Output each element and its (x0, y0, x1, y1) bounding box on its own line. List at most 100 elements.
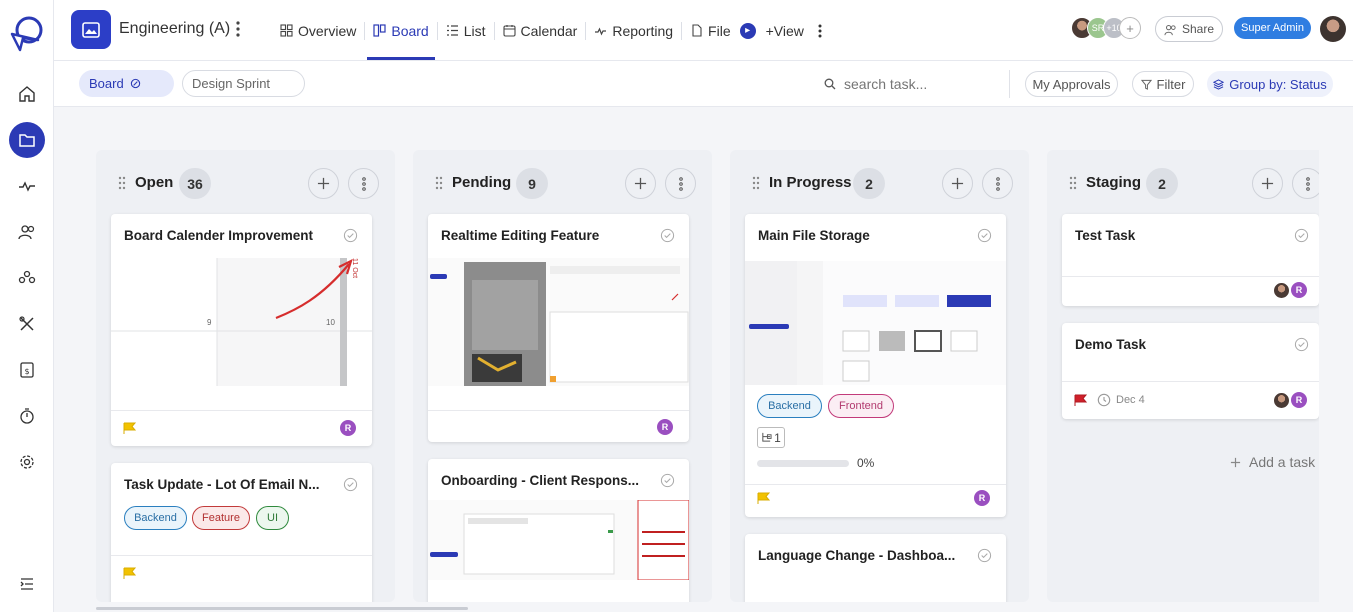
board-toolbar: Board Design Sprint My Approvals Filter … (54, 61, 1353, 107)
group-by-label: Group by: Status (1229, 76, 1327, 92)
drag-handle-icon[interactable] (1069, 176, 1077, 190)
assignee-avatar[interactable]: R (1291, 282, 1307, 298)
share-button[interactable]: Share (1155, 16, 1223, 42)
column-menu-button[interactable] (982, 168, 1013, 199)
teams-icon[interactable] (9, 260, 45, 296)
users-icon[interactable] (9, 214, 45, 250)
complete-check-icon[interactable] (977, 548, 992, 563)
tab-file[interactable]: File ▸ (682, 0, 756, 61)
tab-overview[interactable]: Overview (272, 0, 364, 61)
complete-check-icon[interactable] (1294, 228, 1309, 243)
billing-icon[interactable]: $ (9, 352, 45, 388)
file-icon (692, 24, 702, 37)
edit-icon[interactable] (130, 78, 141, 89)
app-logo-icon[interactable] (8, 14, 46, 52)
tag-feature[interactable]: Feature (192, 506, 250, 530)
task-card[interactable]: Task Update - Lot Of Email N... Backend … (111, 463, 372, 602)
projects-folder-icon[interactable] (9, 122, 45, 158)
subtask-count[interactable]: 1 (757, 427, 785, 448)
complete-check-icon[interactable] (660, 228, 675, 243)
add-member-button[interactable]: + (1119, 17, 1141, 39)
card-thumbnail (428, 500, 689, 580)
assignee-avatar[interactable]: R (340, 420, 356, 436)
drag-handle-icon[interactable] (435, 176, 443, 190)
task-card[interactable]: Test Task R (1062, 214, 1319, 306)
tab-board[interactable]: Board (365, 0, 436, 61)
column-menu-button[interactable] (348, 168, 379, 199)
priority-flag-icon[interactable] (1074, 394, 1088, 406)
assignee-avatar[interactable]: R (1291, 392, 1307, 408)
tag-backend[interactable]: Backend (757, 394, 822, 418)
add-card-button[interactable] (1252, 168, 1283, 199)
drag-handle-icon[interactable] (752, 176, 760, 190)
search-box[interactable] (824, 72, 1004, 96)
board-chip-label: Board (89, 76, 124, 91)
priority-flag-icon[interactable] (757, 492, 771, 504)
task-card[interactable]: Demo Task Dec 4 R (1062, 323, 1319, 419)
member-avatars[interactable]: SR +10 + (1071, 17, 1141, 41)
tag-ui[interactable]: UI (256, 506, 289, 530)
board-chip[interactable]: Board (79, 70, 174, 97)
tools-icon[interactable] (9, 306, 45, 342)
add-view-button[interactable]: +View (756, 0, 810, 61)
tag-frontend[interactable]: Frontend (828, 394, 894, 418)
progress-bar (757, 460, 849, 467)
column-staging: Staging 2 Test Task R Demo Task Dec 4 R (1047, 150, 1319, 602)
assignee-avatar[interactable]: R (974, 490, 990, 506)
tag-backend[interactable]: Backend (124, 506, 187, 530)
drag-handle-icon[interactable] (118, 176, 126, 190)
complete-check-icon[interactable] (977, 228, 992, 243)
project-image-icon[interactable] (71, 10, 111, 49)
task-card[interactable]: Main File Storage Backend Frontend 1 0% … (745, 214, 1006, 517)
search-input[interactable] (844, 76, 994, 92)
due-date[interactable]: Dec 4 (1116, 394, 1145, 406)
tab-list[interactable]: List (438, 0, 494, 61)
reporting-icon (595, 27, 607, 36)
sprint-chip[interactable]: Design Sprint (182, 70, 305, 97)
add-card-button[interactable] (308, 168, 339, 199)
task-card[interactable]: Realtime Editing Feature R (428, 214, 689, 442)
view-kebab-icon[interactable] (810, 0, 830, 61)
assignee-avatar[interactable]: R (657, 419, 673, 435)
task-card[interactable]: Onboarding - Client Respons... (428, 459, 689, 602)
tab-reporting[interactable]: Reporting (586, 0, 681, 61)
priority-flag-icon[interactable] (123, 567, 137, 579)
plus-icon (634, 177, 647, 190)
card-thumbnail (428, 258, 689, 386)
add-task-button[interactable]: Add a task (1230, 454, 1315, 470)
collapse-menu-icon[interactable] (9, 566, 45, 602)
scroll-tabs-right-icon[interactable]: ▸ (739, 22, 756, 39)
group-by-button[interactable]: Group by: Status (1207, 71, 1333, 97)
complete-check-icon[interactable] (1294, 337, 1309, 352)
user-avatar[interactable] (1320, 16, 1346, 42)
filter-button[interactable]: Filter (1132, 71, 1194, 97)
add-card-button[interactable] (625, 168, 656, 199)
left-rail: $ (0, 0, 54, 612)
horizontal-scrollbar[interactable] (96, 607, 468, 610)
column-header: Open 36 (96, 168, 395, 199)
project-title[interactable]: Engineering (A) (119, 20, 230, 38)
thumb-label: 9 (207, 318, 212, 327)
my-approvals-button[interactable]: My Approvals (1025, 71, 1118, 97)
progress-text: 0% (857, 456, 875, 470)
home-icon[interactable] (9, 76, 45, 112)
activity-icon[interactable] (9, 168, 45, 204)
task-card[interactable]: Language Change - Dashboa... (745, 534, 1006, 602)
add-card-button[interactable] (942, 168, 973, 199)
calendar-icon (502, 25, 516, 37)
complete-check-icon[interactable] (660, 473, 675, 488)
settings-gear-icon[interactable] (9, 444, 45, 480)
column-menu-button[interactable] (665, 168, 696, 199)
complete-check-icon[interactable] (343, 228, 358, 243)
complete-check-icon[interactable] (343, 477, 358, 492)
tab-calendar[interactable]: Calendar (495, 0, 586, 61)
column-in-progress: In Progress 2 Main File Storage Backend … (730, 150, 1029, 602)
task-card[interactable]: Board Calender Improvement 9 10 11 Oct R (111, 214, 372, 446)
role-badge[interactable]: Super Admin (1234, 17, 1311, 39)
project-kebab-icon[interactable] (232, 19, 244, 39)
column-menu-button[interactable] (1292, 168, 1319, 199)
timer-icon[interactable] (9, 398, 45, 434)
search-icon (824, 78, 836, 90)
priority-flag-icon[interactable] (123, 422, 137, 434)
column-pending: Pending 9 Realtime Editing Feature R Onb… (413, 150, 712, 602)
